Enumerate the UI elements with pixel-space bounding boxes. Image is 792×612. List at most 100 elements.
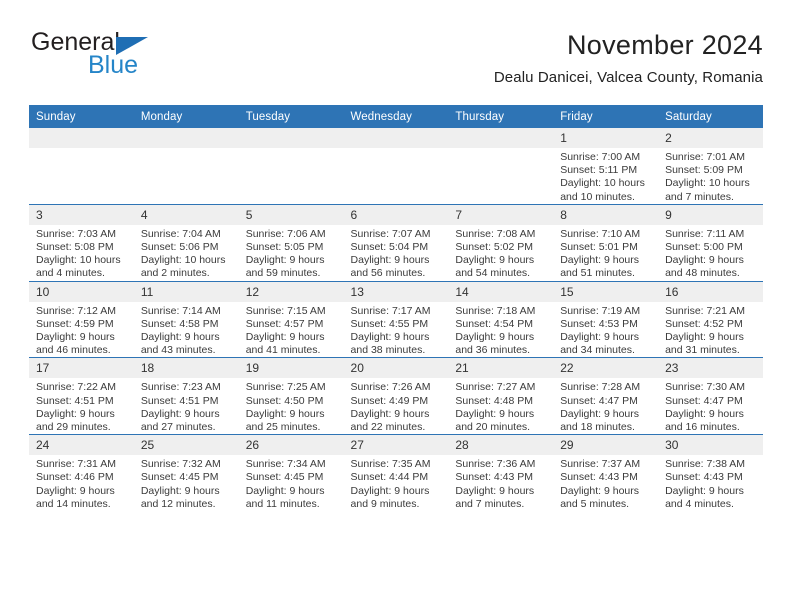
- calendar-week-row: 1 Sunrise: 7:00 AM Sunset: 5:11 PM Daylight…: [29, 128, 763, 205]
- calendar-week-row: 10 Sunrise: 7:12 AM Sunset: 4:59 PM Dayligh…: [29, 280, 763, 358]
- day-details: Sunrise: 7:22 AM Sunset: 4:51 PM Daylight:…: [29, 378, 134, 434]
- page-subtitle: Dealu Danicei, Valcea County, Romania: [493, 69, 763, 86]
- calendar-day-cell[interactable]: 19 Sunrise: 7:25 AM Sunset: 4:50 PM Dayligh…: [238, 357, 344, 435]
- sunset-text: Sunset: 4:43 PM: [455, 471, 534, 484]
- day-details: Sunrise: 7:06 AM Sunset: 5:05 PM Daylight:…: [239, 225, 344, 281]
- calendar-day-cell[interactable]: 30 Sunrise: 7:38 AM Sunset: 4:43 PM Dayligh…: [658, 434, 763, 512]
- daylight-text-line2: and 51 minutes.: [560, 267, 635, 280]
- day-number: 21: [448, 358, 554, 379]
- daylight-text-line2: and 11 minutes.: [245, 497, 320, 510]
- day-details: Sunrise: 7:11 AM Sunset: 5:00 PM Daylight:…: [658, 225, 763, 281]
- day-number: 27: [343, 435, 449, 456]
- daylight-text-line2: and 46 minutes.: [36, 344, 111, 357]
- day-details: Sunrise: 7:12 AM Sunset: 4:59 PM Daylight:…: [29, 302, 134, 358]
- calendar-day-cell[interactable]: 26 Sunrise: 7:34 AM Sunset: 4:45 PM Dayligh…: [238, 434, 344, 512]
- day-number: 18: [133, 358, 239, 379]
- calendar-day-cell[interactable]: 13 Sunrise: 7:17 AM Sunset: 4:55 PM Dayligh…: [343, 280, 449, 358]
- calendar-day-cell[interactable]: 4 Sunrise: 7:04 AM Sunset: 5:06 PM Daylight…: [133, 203, 239, 282]
- daylight-text-line1: Daylight: 9 hours: [455, 484, 535, 497]
- day-details: Sunrise: 7:31 AM Sunset: 4:46 PM Daylight:…: [29, 455, 134, 511]
- daylight-text-line1: Daylight: 9 hours: [665, 407, 744, 420]
- day-details: Sunrise: 7:30 AM Sunset: 4:47 PM Daylight:…: [658, 378, 763, 434]
- sunrise-text: Sunrise: 7:06 AM: [245, 227, 326, 240]
- sunrise-text: Sunrise: 7:25 AM: [245, 381, 326, 394]
- calendar-day-cell[interactable]: 28 Sunrise: 7:36 AM Sunset: 4:43 PM Dayligh…: [448, 434, 554, 512]
- day-number: 4: [133, 204, 239, 225]
- calendar-day-cell[interactable]: 27 Sunrise: 7:35 AM Sunset: 4:44 PM Dayligh…: [343, 434, 449, 512]
- sunrise-text: Sunrise: 7:00 AM: [560, 151, 641, 163]
- calendar-day-cell[interactable]: 25 Sunrise: 7:32 AM Sunset: 4:45 PM Dayligh…: [133, 434, 239, 512]
- daylight-text-line1: Daylight: 9 hours: [665, 254, 744, 267]
- day-number: 11: [133, 281, 239, 302]
- day-details: Sunrise: 7:00 AM Sunset: 5:11 PM Daylight:…: [553, 148, 658, 204]
- daylight-text-line1: Daylight: 9 hours: [140, 484, 220, 497]
- sunrise-text: Sunrise: 7:34 AM: [245, 458, 326, 471]
- calendar-day-cell-empty: [343, 128, 449, 205]
- day-number: 30: [658, 435, 763, 456]
- sunset-text: Sunset: 4:54 PM: [455, 317, 534, 330]
- calendar-day-cell[interactable]: 2 Sunrise: 7:01 AM Sunset: 5:09 PM Daylight…: [658, 128, 763, 205]
- calendar-day-cell[interactable]: 5 Sunrise: 7:06 AM Sunset: 5:05 PM Daylight…: [238, 203, 344, 282]
- day-details: Sunrise: 7:15 AM Sunset: 4:57 PM Daylight:…: [239, 302, 344, 358]
- calendar-day-cell[interactable]: 23 Sunrise: 7:30 AM Sunset: 4:47 PM Dayligh…: [658, 357, 763, 435]
- sunset-text: Sunset: 5:06 PM: [140, 241, 219, 254]
- calendar-day-cell[interactable]: 8 Sunrise: 7:10 AM Sunset: 5:01 PM Daylight…: [553, 203, 659, 282]
- page-header: General Blue November 2024 Dealu Danicei…: [29, 28, 763, 98]
- daylight-text-line2: and 48 minutes.: [665, 267, 740, 280]
- calendar-day-cell-empty: [238, 128, 344, 205]
- calendar-day-cell[interactable]: 22 Sunrise: 7:28 AM Sunset: 4:47 PM Dayligh…: [553, 357, 659, 435]
- day-details: Sunrise: 7:32 AM Sunset: 4:45 PM Daylight:…: [134, 455, 239, 511]
- calendar-day-cell[interactable]: 12 Sunrise: 7:15 AM Sunset: 4:57 PM Dayligh…: [238, 280, 344, 358]
- daylight-text-line2: and 20 minutes.: [455, 421, 531, 434]
- sunrise-text: Sunrise: 7:11 AM: [665, 227, 745, 240]
- sunrise-text: Sunrise: 7:17 AM: [350, 304, 431, 317]
- day-number: 6: [343, 204, 449, 225]
- daylight-text-line1: Daylight: 9 hours: [455, 331, 535, 344]
- sunset-text: Sunset: 4:45 PM: [245, 471, 324, 484]
- day-number: 7: [448, 204, 554, 225]
- daylight-text-line1: Daylight: 9 hours: [140, 407, 220, 420]
- day-number: 3: [29, 204, 134, 225]
- calendar-day-cell[interactable]: 18 Sunrise: 7:23 AM Sunset: 4:51 PM Dayligh…: [133, 357, 239, 435]
- calendar-day-cell[interactable]: 11 Sunrise: 7:14 AM Sunset: 4:58 PM Dayligh…: [133, 280, 239, 358]
- day-number: 17: [29, 358, 134, 379]
- calendar-week-row: 3 Sunrise: 7:03 AM Sunset: 5:08 PM Daylight…: [29, 203, 763, 282]
- day-number: 15: [553, 281, 659, 302]
- daylight-text-line2: and 5 minutes.: [560, 497, 630, 510]
- calendar-day-cell[interactable]: 20 Sunrise: 7:26 AM Sunset: 4:49 PM Dayligh…: [343, 357, 449, 435]
- calendar-day-cell[interactable]: 10 Sunrise: 7:12 AM Sunset: 4:59 PM Dayligh…: [29, 280, 134, 358]
- day-number: 10: [29, 281, 134, 302]
- sunset-text: Sunset: 5:09 PM: [665, 164, 743, 177]
- day-number: 24: [29, 435, 134, 456]
- calendar-day-cell[interactable]: 17 Sunrise: 7:22 AM Sunset: 4:51 PM Dayligh…: [29, 357, 134, 435]
- daylight-text-line1: Daylight: 9 hours: [140, 331, 220, 344]
- day-details: Sunrise: 7:36 AM Sunset: 4:43 PM Daylight:…: [448, 455, 553, 511]
- calendar-day-cell[interactable]: 6 Sunrise: 7:07 AM Sunset: 5:04 PM Daylight…: [343, 203, 449, 282]
- sunrise-text: Sunrise: 7:23 AM: [140, 381, 221, 394]
- calendar-page: General Blue November 2024 Dealu Danicei…: [0, 0, 792, 612]
- sunrise-text: Sunrise: 7:35 AM: [350, 458, 431, 471]
- sunset-text: Sunset: 4:51 PM: [36, 394, 114, 407]
- sunset-text: Sunset: 5:11 PM: [560, 164, 638, 177]
- calendar-day-cell[interactable]: 3 Sunrise: 7:03 AM Sunset: 5:08 PM Daylight…: [29, 203, 134, 282]
- calendar-day-cell[interactable]: 15 Sunrise: 7:19 AM Sunset: 4:53 PM Dayligh…: [553, 280, 659, 358]
- day-details: Sunrise: 7:04 AM Sunset: 5:06 PM Daylight:…: [134, 225, 239, 281]
- sunset-text: Sunset: 4:51 PM: [140, 394, 219, 407]
- day-details: [29, 148, 134, 151]
- calendar-day-cell[interactable]: 1 Sunrise: 7:00 AM Sunset: 5:11 PM Daylight…: [553, 128, 659, 205]
- calendar-day-cell[interactable]: 24 Sunrise: 7:31 AM Sunset: 4:46 PM Dayligh…: [29, 434, 134, 512]
- daylight-text-line1: Daylight: 9 hours: [36, 484, 115, 497]
- sunrise-text: Sunrise: 7:28 AM: [560, 381, 641, 394]
- calendar-day-cell[interactable]: 16 Sunrise: 7:21 AM Sunset: 4:52 PM Dayligh…: [658, 280, 763, 358]
- calendar-day-cell[interactable]: 21 Sunrise: 7:27 AM Sunset: 4:48 PM Dayligh…: [448, 357, 554, 435]
- weekday-header-saturday: Saturday: [658, 105, 763, 128]
- calendar-day-cell-empty: [29, 128, 134, 205]
- sunrise-text: Sunrise: 7:04 AM: [140, 227, 221, 240]
- sunrise-text: Sunrise: 7:27 AM: [455, 381, 536, 394]
- calendar-day-cell[interactable]: 7 Sunrise: 7:08 AM Sunset: 5:02 PM Daylight…: [448, 203, 554, 282]
- sunset-text: Sunset: 4:48 PM: [455, 394, 534, 407]
- calendar-day-cell[interactable]: 14 Sunrise: 7:18 AM Sunset: 4:54 PM Dayligh…: [448, 280, 554, 358]
- day-number: 1: [553, 128, 659, 148]
- calendar-day-cell[interactable]: 29 Sunrise: 7:37 AM Sunset: 4:43 PM Dayligh…: [553, 434, 659, 512]
- calendar-day-cell[interactable]: 9 Sunrise: 7:11 AM Sunset: 5:00 PM Daylight…: [658, 203, 763, 282]
